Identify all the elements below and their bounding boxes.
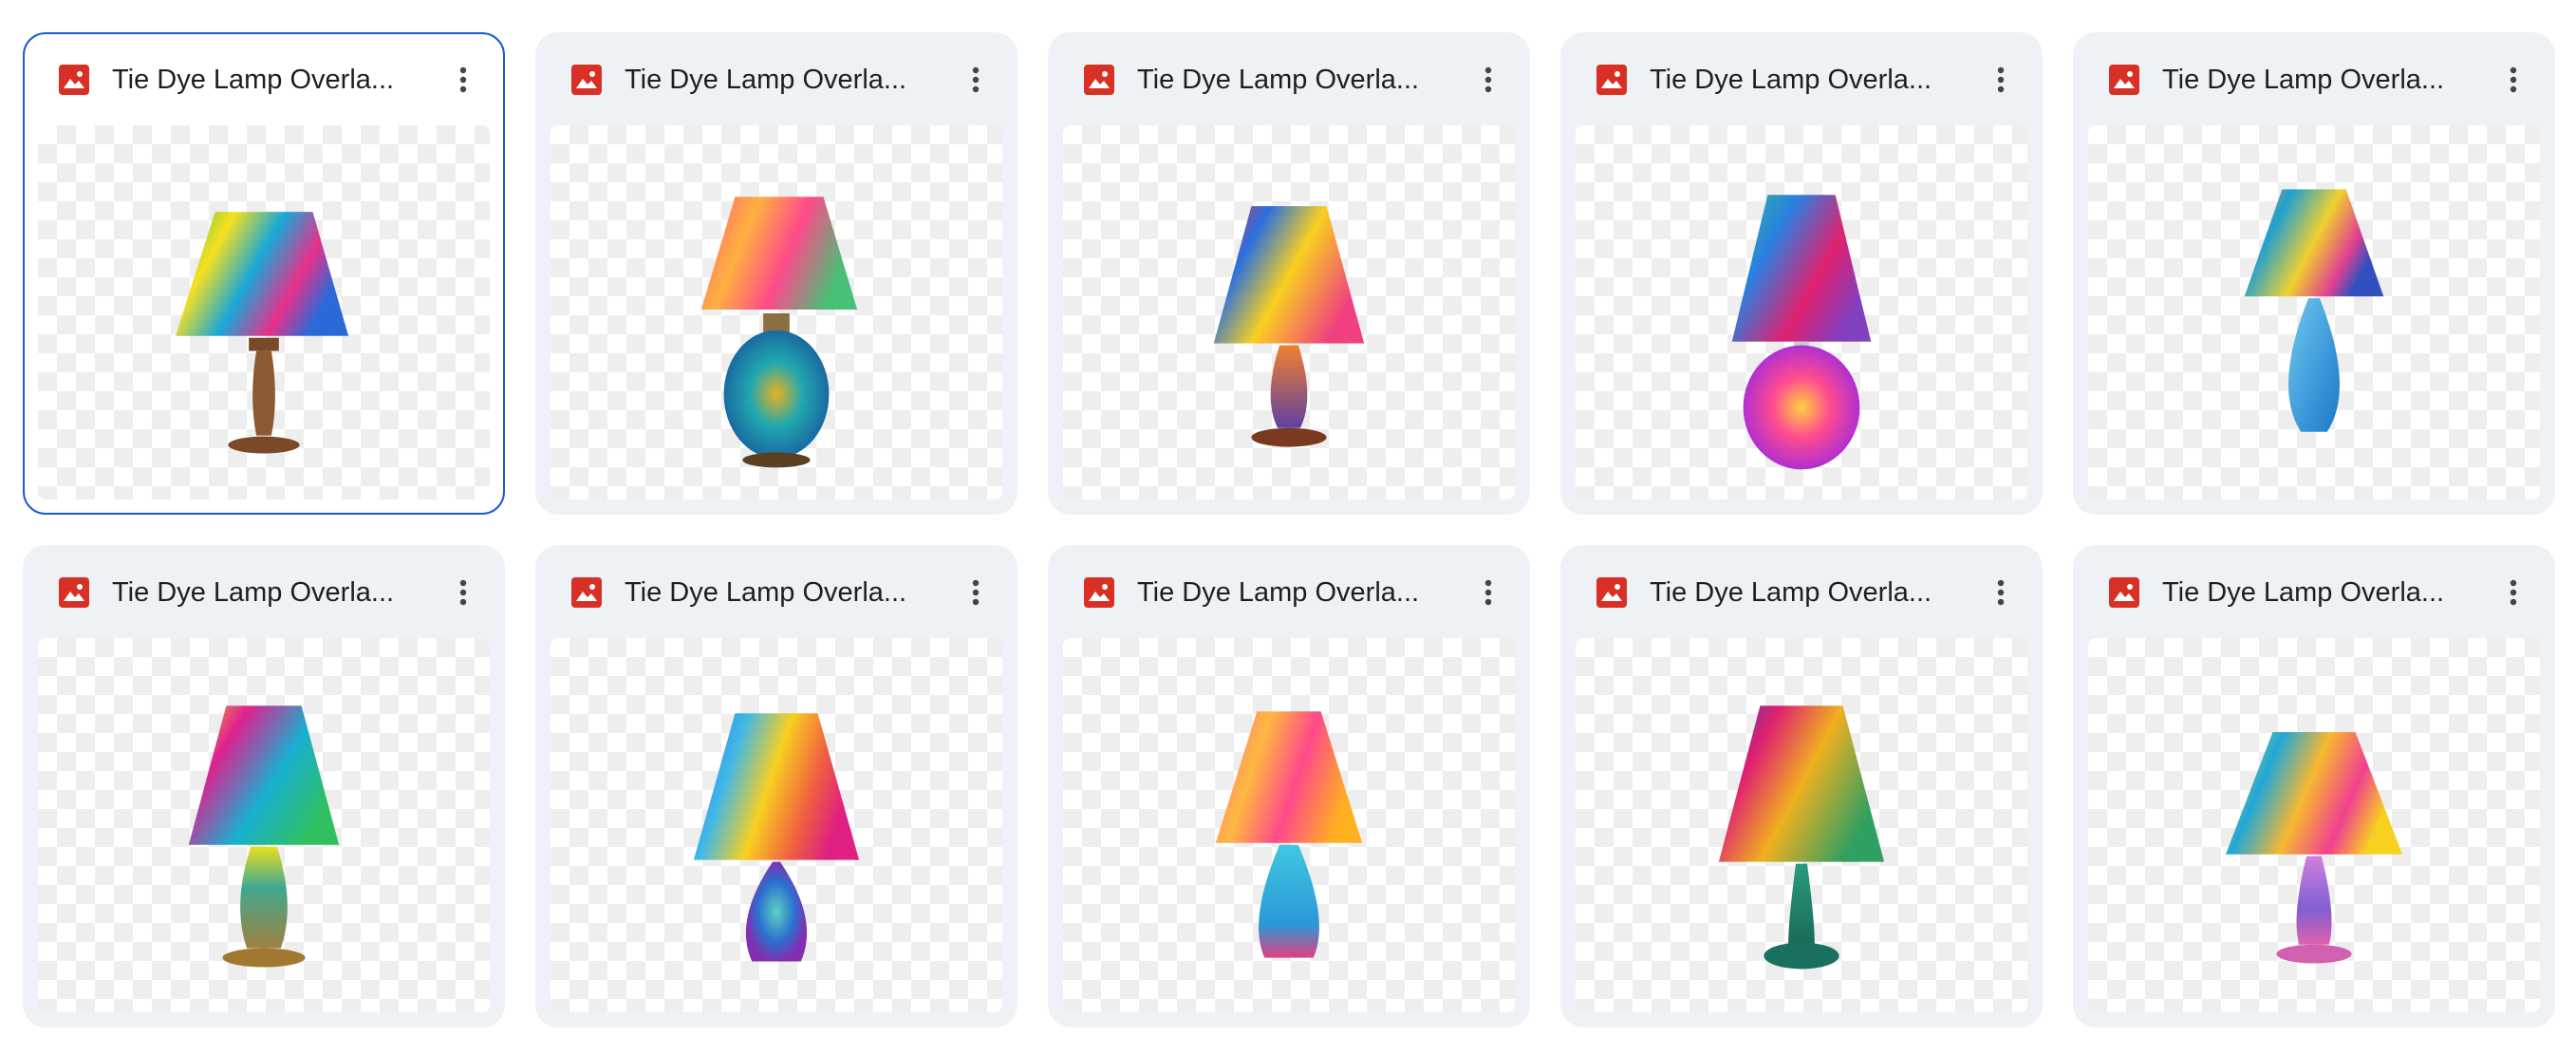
file-thumbnail bbox=[551, 125, 1002, 499]
file-card-header: Tie Dye Lamp Overla... bbox=[1562, 547, 2041, 638]
image-icon bbox=[571, 65, 602, 95]
file-card-header: Tie Dye Lamp Overla... bbox=[25, 547, 503, 638]
file-card[interactable]: Tie Dye Lamp Overla... bbox=[1048, 32, 1530, 515]
more-vert-icon bbox=[1484, 66, 1492, 93]
file-grid: Tie Dye Lamp Overla... Tie Dye Lamp Over… bbox=[23, 32, 2555, 1027]
file-card-header: Tie Dye Lamp Overla... bbox=[25, 34, 503, 125]
file-card[interactable]: Tie Dye Lamp Overla... bbox=[535, 32, 1017, 515]
file-card-header: Tie Dye Lamp Overla... bbox=[2075, 547, 2553, 638]
image-icon bbox=[1084, 577, 1114, 608]
file-name: Tie Dye Lamp Overla... bbox=[1650, 64, 1932, 95]
file-thumbnail bbox=[2088, 638, 2540, 1012]
file-card-header: Tie Dye Lamp Overla... bbox=[537, 547, 1016, 638]
more-options-button[interactable] bbox=[1982, 61, 2020, 99]
more-vert-icon bbox=[972, 579, 980, 606]
file-card-header: Tie Dye Lamp Overla... bbox=[537, 34, 1016, 125]
more-options-button[interactable] bbox=[1469, 574, 1507, 612]
file-card[interactable]: Tie Dye Lamp Overla... bbox=[535, 545, 1017, 1027]
file-name: Tie Dye Lamp Overla... bbox=[2162, 576, 2445, 608]
more-vert-icon bbox=[459, 66, 467, 93]
file-name: Tie Dye Lamp Overla... bbox=[625, 576, 907, 608]
file-thumbnail bbox=[1063, 125, 1515, 499]
file-thumbnail bbox=[38, 638, 490, 1012]
file-card[interactable]: Tie Dye Lamp Overla... bbox=[23, 32, 505, 515]
file-card[interactable]: Tie Dye Lamp Overla... bbox=[2073, 32, 2555, 515]
more-options-button[interactable] bbox=[2494, 574, 2532, 612]
more-options-button[interactable] bbox=[957, 574, 995, 612]
more-options-button[interactable] bbox=[2494, 61, 2532, 99]
more-options-button[interactable] bbox=[444, 61, 482, 99]
file-card[interactable]: Tie Dye Lamp Overla... bbox=[2073, 545, 2555, 1027]
more-vert-icon bbox=[1997, 66, 2005, 93]
image-icon bbox=[571, 577, 602, 608]
image-icon bbox=[59, 65, 89, 95]
file-name: Tie Dye Lamp Overla... bbox=[1137, 576, 1420, 608]
image-icon bbox=[1596, 65, 1627, 95]
file-card-header: Tie Dye Lamp Overla... bbox=[1050, 34, 1528, 125]
more-options-button[interactable] bbox=[1982, 574, 2020, 612]
file-name: Tie Dye Lamp Overla... bbox=[2162, 64, 2445, 95]
file-card-header: Tie Dye Lamp Overla... bbox=[1562, 34, 2041, 125]
file-card[interactable]: Tie Dye Lamp Overla... bbox=[1048, 545, 1530, 1027]
file-name: Tie Dye Lamp Overla... bbox=[1650, 576, 1932, 608]
image-icon bbox=[2109, 577, 2139, 608]
more-vert-icon bbox=[459, 579, 467, 606]
file-thumbnail bbox=[2088, 125, 2540, 499]
more-options-button[interactable] bbox=[957, 61, 995, 99]
more-vert-icon bbox=[2510, 579, 2517, 606]
file-name: Tie Dye Lamp Overla... bbox=[112, 64, 395, 95]
file-card[interactable]: Tie Dye Lamp Overla... bbox=[23, 545, 505, 1027]
file-name: Tie Dye Lamp Overla... bbox=[112, 576, 395, 608]
image-icon bbox=[1596, 577, 1627, 608]
more-options-button[interactable] bbox=[1469, 61, 1507, 99]
file-thumbnail bbox=[1063, 638, 1515, 1012]
file-card[interactable]: Tie Dye Lamp Overla... bbox=[1560, 545, 2043, 1027]
more-vert-icon bbox=[972, 66, 980, 93]
file-thumbnail bbox=[1576, 125, 2027, 499]
image-icon bbox=[59, 577, 89, 608]
file-card-header: Tie Dye Lamp Overla... bbox=[2075, 34, 2553, 125]
image-icon bbox=[2109, 65, 2139, 95]
more-vert-icon bbox=[1997, 579, 2005, 606]
file-thumbnail bbox=[1576, 638, 2027, 1012]
more-options-button[interactable] bbox=[444, 574, 482, 612]
file-thumbnail bbox=[551, 638, 1002, 1012]
more-vert-icon bbox=[2510, 66, 2517, 93]
file-card[interactable]: Tie Dye Lamp Overla... bbox=[1560, 32, 2043, 515]
file-thumbnail bbox=[38, 125, 490, 499]
file-name: Tie Dye Lamp Overla... bbox=[625, 64, 907, 95]
file-name: Tie Dye Lamp Overla... bbox=[1137, 64, 1420, 95]
more-vert-icon bbox=[1484, 579, 1492, 606]
image-icon bbox=[1084, 65, 1114, 95]
file-card-header: Tie Dye Lamp Overla... bbox=[1050, 547, 1528, 638]
